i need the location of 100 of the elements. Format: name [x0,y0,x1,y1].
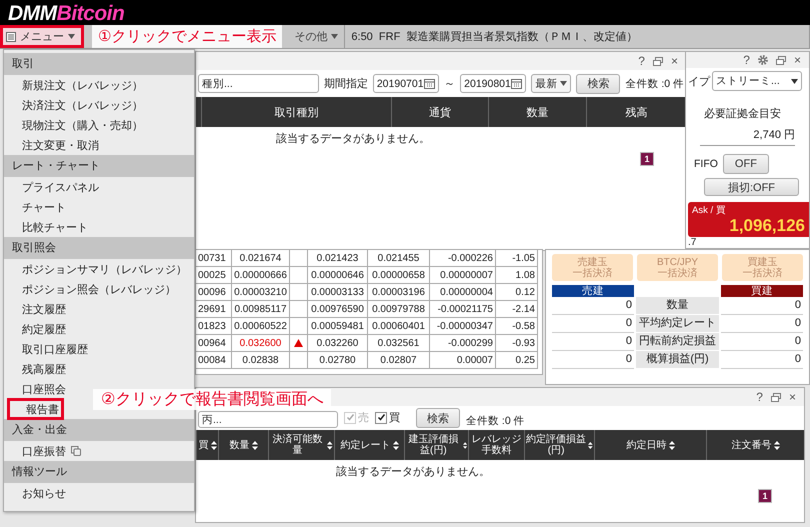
checkbox-label: 売 [358,411,369,425]
help-button[interactable]: ? [743,53,750,67]
restore-icon[interactable] [770,392,781,402]
checkbox[interactable] [375,412,387,424]
close-button[interactable]: × [794,53,801,67]
caret-icon [331,34,338,39]
caret-icon [791,78,798,84]
table-cell: 0 [721,333,803,351]
table-cell: 00084 [196,352,232,369]
table-cell: 0.021423 [308,250,368,267]
restore-icon[interactable] [776,56,786,64]
side-header: 売建 [552,285,634,297]
type-dropdown[interactable]: ストリーミ... [712,71,802,91]
menu-item[interactable]: 口座振替 [4,441,85,461]
caret-icon [68,34,75,39]
column-header[interactable]: 約定評価損益(円) [524,430,594,460]
column-header[interactable]: 約定レート [334,430,404,460]
menu-item[interactable]: 残高履歴 [4,359,70,379]
logo: DMMBitcoin [7,3,124,25]
close-button[interactable]: × [670,54,678,68]
menu-section-header: 取引 [4,53,194,75]
sort-icon[interactable] [588,440,593,450]
menu-section-header: レート・チャート [4,155,194,177]
table-cell: 0 [721,297,803,315]
ask-price-panel[interactable]: Ask / 買 1,096,126 [688,202,809,237]
stop-loss-toggle[interactable]: 損切:OFF [704,178,799,196]
menu-item[interactable]: 取引口座履歴 [4,339,92,359]
sort-icon[interactable] [392,440,398,450]
menu-item[interactable]: 約定履歴 [4,319,70,339]
search-button[interactable]: 検索 [416,408,460,428]
table-cell: -2.14 [496,301,538,318]
calendar-icon[interactable] [424,78,436,89]
table-cell: 0.00003210 [232,284,290,301]
column-header[interactable]: 約定日時 [594,430,706,460]
type-field[interactable]: 種別... [198,74,319,93]
calendar-icon[interactable] [511,78,522,89]
column-header[interactable]: 建玉評価損益(円) [404,430,468,460]
column-label: 約定評価損益(円) [526,434,586,456]
sort-dropdown[interactable]: 最新 [531,74,572,93]
search-button[interactable]: 検索 [576,74,620,94]
filter-field[interactable]: 丙... [198,411,338,428]
menu-item[interactable]: 注文履歴 [4,299,70,319]
table-cell: 1.08 [496,267,538,284]
table-cell: 0.25 [496,352,538,369]
menu-item[interactable]: 現物注文（購入・売却） [4,115,147,135]
sort-icon[interactable] [210,440,216,450]
sort-icon[interactable] [774,440,780,450]
menu-item[interactable]: お知らせ [4,483,70,503]
date-field[interactable]: 20190701 [372,74,440,93]
column-header[interactable]: 買 [196,430,218,460]
table-cell: 0 [552,297,634,315]
caret-icon [560,81,568,86]
column-label: 数量 [230,440,250,450]
margin-value: 2,740 円 [700,127,795,146]
menu-item[interactable]: 口座照会 [4,379,70,399]
row-label: 数量 [636,297,719,315]
menu-section-header: 入金・出金 [4,419,194,441]
settings-icon[interactable] [758,55,768,65]
column-header[interactable]: 数量 [488,97,586,127]
help-button[interactable]: ? [756,390,763,404]
ask-label: Ask / 買 [692,204,727,217]
column-header[interactable]: 通貨 [391,97,488,127]
date-field[interactable]: 20190801 [460,74,526,93]
menu-item[interactable]: 新規注文（レバレッジ） [4,75,147,95]
column-label: 約定レート [340,440,390,450]
close-button[interactable]: × [788,390,796,404]
column-header[interactable]: 取引種別 [201,97,391,127]
column-label: 買 [198,440,208,450]
menu-item[interactable]: ポジションサマリ（レバレッジ） [4,259,191,279]
fifo-toggle[interactable]: OFF [722,154,769,174]
list-icon [6,32,16,42]
restore-icon[interactable] [652,56,663,66]
column-label: 約定日時 [626,440,666,450]
column-header[interactable]: 注文番号 [706,430,804,460]
page-button[interactable]: 1 [640,152,654,166]
menu-item[interactable]: 決済注文（レバレッジ） [4,95,147,115]
sort-icon[interactable] [327,440,333,450]
menu-item[interactable]: プライスパネル [4,177,103,197]
table-cell: 0.02780 [308,352,368,369]
menu-item[interactable]: 報告書 [8,399,63,419]
menu-item[interactable]: 注文変更・取消 [4,135,103,155]
help-button[interactable]: ? [638,54,645,68]
menu-item[interactable]: ポジション照会（レバレッジ） [4,279,180,299]
column-label: 決済可能数量 [272,434,324,456]
column-header[interactable]: 決済可能数量 [268,430,334,460]
page-button[interactable]: 1 [758,489,772,503]
menu-item[interactable]: チャート [4,197,70,217]
sort-icon[interactable] [668,440,674,450]
menu-button[interactable]: メニュー [0,25,84,48]
menu-section-header: 情報ツール [4,461,194,483]
table-cell: 00096 [196,284,232,301]
table-cell: 0.00059481 [308,318,368,335]
menu-item[interactable]: 比較チャート [4,217,92,237]
table-cell: 0.02807 [368,352,430,369]
column-header[interactable]: 数量 [218,430,268,460]
table-cell: -0.93 [496,335,538,352]
sort-icon[interactable] [462,440,467,450]
table-cell: -1.05 [496,250,538,267]
table-cell: 0.00003196 [368,284,430,301]
sort-icon[interactable] [252,440,258,450]
